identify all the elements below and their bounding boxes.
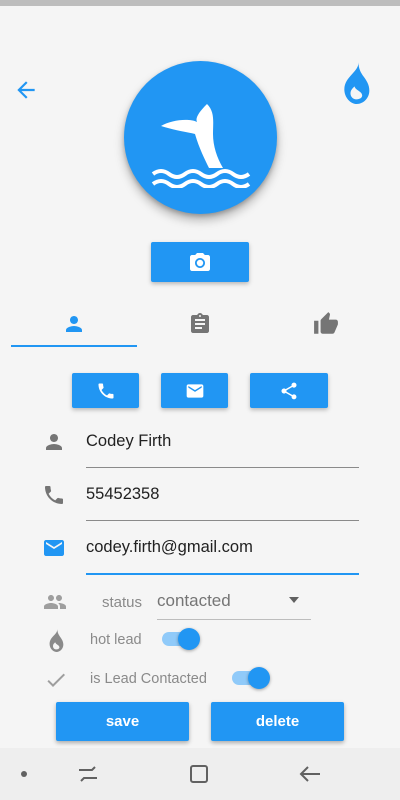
- thumbs-up-icon: [314, 312, 338, 334]
- phone-field-underline: [86, 520, 359, 521]
- arrow-back-icon: [17, 81, 35, 99]
- delete-button[interactable]: delete: [211, 702, 344, 741]
- system-nav-bar: [0, 748, 400, 800]
- status-dropdown-underline: [157, 619, 311, 620]
- tab-notes[interactable]: [137, 300, 263, 348]
- email-icon: [186, 383, 203, 398]
- status-icon: [40, 590, 70, 614]
- phone-field[interactable]: 55452358: [86, 485, 159, 504]
- lead-tabs: [11, 300, 389, 348]
- hot-lead-label: hot lead: [90, 632, 142, 648]
- clipboard-icon: [191, 313, 209, 333]
- status-bar-strip: [0, 0, 400, 6]
- contacted-toggle[interactable]: [230, 666, 270, 690]
- email-button[interactable]: [161, 373, 228, 408]
- share-button[interactable]: [250, 373, 328, 408]
- tab-likes[interactable]: [263, 300, 389, 348]
- hot-lead-icon: [42, 627, 70, 655]
- change-photo-button[interactable]: [151, 242, 249, 282]
- camera-icon: [190, 253, 210, 271]
- phone-icon: [98, 383, 113, 398]
- contacted-icon: [42, 666, 70, 694]
- email-field-icon: [40, 534, 68, 562]
- lead-avatar[interactable]: [124, 61, 277, 214]
- email-field[interactable]: codey.firth@gmail.com: [86, 538, 253, 557]
- contacted-label: is Lead Contacted: [90, 671, 207, 687]
- flame-icon: [344, 62, 370, 104]
- dropdown-arrow-icon[interactable]: [289, 597, 299, 603]
- name-field-underline: [86, 467, 359, 468]
- share-icon: [281, 382, 297, 399]
- nav-back-icon[interactable]: [296, 762, 324, 786]
- back-button[interactable]: [8, 72, 44, 108]
- toggle-thumb: [178, 628, 200, 650]
- check-icon: [47, 673, 65, 687]
- whale-tail-icon: [151, 103, 250, 188]
- home-icon[interactable]: [185, 762, 213, 786]
- tab-contact[interactable]: [11, 300, 137, 348]
- flame-icon: [49, 629, 64, 652]
- call-button[interactable]: [72, 373, 139, 408]
- phone-icon: [45, 486, 63, 504]
- recent-apps-icon[interactable]: [74, 762, 102, 786]
- person-icon: [66, 316, 82, 332]
- tab-indicator: [11, 345, 137, 347]
- hot-lead-toggle[interactable]: [160, 627, 200, 651]
- email-field-underline: [86, 573, 359, 575]
- person-icon: [46, 434, 62, 450]
- nav-dot-icon[interactable]: [10, 762, 38, 786]
- status-label: status: [102, 594, 143, 611]
- toggle-thumb: [248, 667, 270, 689]
- save-button[interactable]: save: [56, 702, 189, 741]
- group-icon: [44, 595, 66, 609]
- name-field[interactable]: Codey Firth: [86, 432, 171, 451]
- email-icon: [44, 540, 64, 556]
- name-field-icon: [40, 428, 68, 456]
- phone-field-icon: [40, 481, 68, 509]
- status-dropdown[interactable]: contacted: [157, 591, 231, 611]
- hot-lead-indicator: [332, 58, 380, 110]
